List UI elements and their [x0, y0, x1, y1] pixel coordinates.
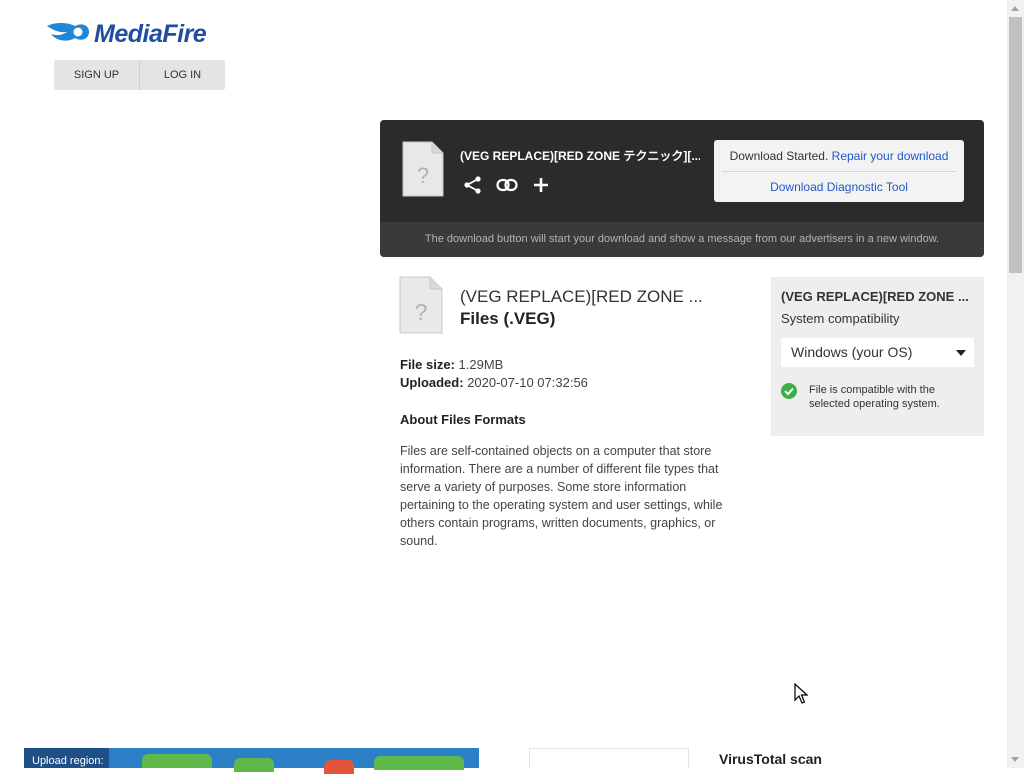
download-status: Download Started. Repair your download: [714, 149, 964, 163]
ad-box: [529, 748, 689, 768]
map-land: [142, 754, 212, 768]
scroll-up-icon[interactable]: [1011, 6, 1019, 11]
flame-icon: [45, 20, 91, 49]
compat-message: File is compatible with the selected ope…: [809, 384, 940, 410]
file-type: Files (.VEG): [460, 309, 556, 328]
download-note: The download button will start your down…: [380, 222, 984, 257]
divider: [722, 171, 956, 172]
compat-status: File is compatible with the selected ope…: [781, 383, 959, 411]
scroll-down-icon[interactable]: [1011, 757, 1019, 762]
auth-buttons: SIGN UP LOG IN: [54, 60, 225, 90]
scroll-thumb[interactable]: [1009, 17, 1022, 273]
virustotal-title: VirusTotal scan: [719, 751, 822, 767]
share-icon[interactable]: [462, 174, 484, 196]
download-status-box: Download Started. Repair your download D…: [714, 140, 964, 202]
upload-region-label: Upload region:: [24, 748, 109, 768]
unknown-file-icon: ?: [402, 141, 444, 202]
link-icon[interactable]: [496, 174, 518, 196]
repair-download-link[interactable]: Repair your download: [832, 149, 949, 163]
compat-label: System compatibility: [781, 311, 900, 326]
file-name: (VEG REPLACE)[RED ZONE ...: [460, 287, 703, 306]
about-text: Files are self-contained objects on a co…: [400, 444, 723, 548]
map-land: [234, 758, 274, 772]
mediafire-logo[interactable]: MediaFire: [45, 20, 207, 49]
file-actions: [462, 174, 552, 196]
uploaded-label: Uploaded:: [400, 375, 464, 390]
about-title: About Files Formats: [400, 412, 526, 427]
file-size-value: 1.29MB: [458, 357, 504, 372]
compatibility-panel: (VEG REPLACE)[RED ZONE ... System compat…: [771, 277, 984, 436]
download-file-title: (VEG REPLACE)[RED ZONE テクニック][...: [460, 149, 700, 163]
diagnostic-tool-link[interactable]: Download Diagnostic Tool: [714, 180, 964, 194]
uploaded-value: 2020-07-10 07:32:56: [467, 375, 588, 390]
download-started-text: Download Started.: [729, 149, 832, 163]
svg-text:?: ?: [417, 163, 429, 188]
upload-region-map: Upload region:: [24, 748, 479, 774]
sign-up-button[interactable]: SIGN UP: [54, 60, 139, 90]
download-panel: ? (VEG REPLACE)[RED ZONE テクニック][... Down…: [380, 120, 984, 257]
logo-text: MediaFire: [94, 20, 207, 48]
file-size-label: File size:: [400, 357, 455, 372]
page-scrollbar[interactable]: [1007, 0, 1024, 768]
file-meta: File size: 1.29MB Uploaded: 2020-07-10 0…: [400, 356, 588, 392]
svg-text:?: ?: [415, 299, 428, 325]
log-in-button[interactable]: LOG IN: [139, 60, 225, 90]
os-select-value: Windows (your OS): [791, 344, 913, 360]
unknown-file-icon: ?: [399, 276, 443, 339]
os-select[interactable]: Windows (your OS): [781, 338, 974, 367]
check-circle-icon: [781, 383, 797, 411]
chevron-down-icon: [956, 350, 966, 356]
map-land: [324, 760, 354, 774]
compat-file-name: (VEG REPLACE)[RED ZONE ...: [781, 289, 969, 304]
plus-icon[interactable]: [530, 174, 552, 196]
mouse-cursor-icon: [794, 682, 809, 710]
